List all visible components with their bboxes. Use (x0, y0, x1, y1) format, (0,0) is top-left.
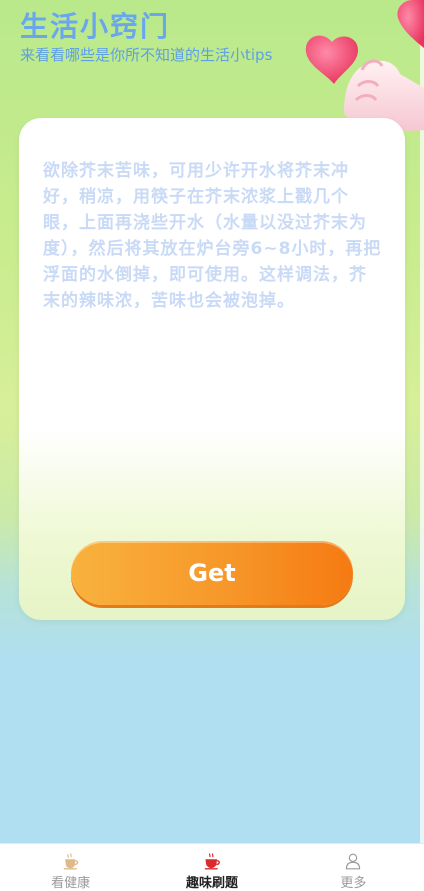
tab-more-label: 更多 (340, 876, 367, 891)
tab-quiz[interactable]: 趣味刷题 (141, 844, 282, 891)
teacup-icon (204, 853, 220, 870)
get-button[interactable]: Get (71, 541, 353, 605)
tab-quiz-label: 趣味刷题 (185, 876, 238, 891)
tab-more[interactable]: 更多 (283, 844, 424, 891)
tip-text: 欲除芥末苦味，可用少许开水将芥末冲好，稍凉，用筷子在芥末浓浆上戳几个眼，上面再浇… (43, 161, 382, 311)
tip-card: 欲除芥末苦味，可用少许开水将芥末冲好，稍凉，用筷子在芥末浓浆上戳几个眼，上面再浇… (19, 118, 405, 620)
tab-health[interactable]: 看健康 (0, 844, 141, 891)
page-subtitle: 来看看哪些是你所不知道的生活小tips (20, 46, 273, 64)
bottom-tab-bar: 看健康 趣味刷题 更多 (0, 843, 424, 891)
tab-health-label: 看健康 (51, 876, 91, 891)
coffee-cup-icon (63, 853, 78, 870)
user-icon (346, 853, 361, 870)
page-title: 生活小窍门 (20, 10, 171, 43)
page-header: 生活小窍门 来看看哪些是你所不知道的生活小tips (20, 8, 272, 64)
